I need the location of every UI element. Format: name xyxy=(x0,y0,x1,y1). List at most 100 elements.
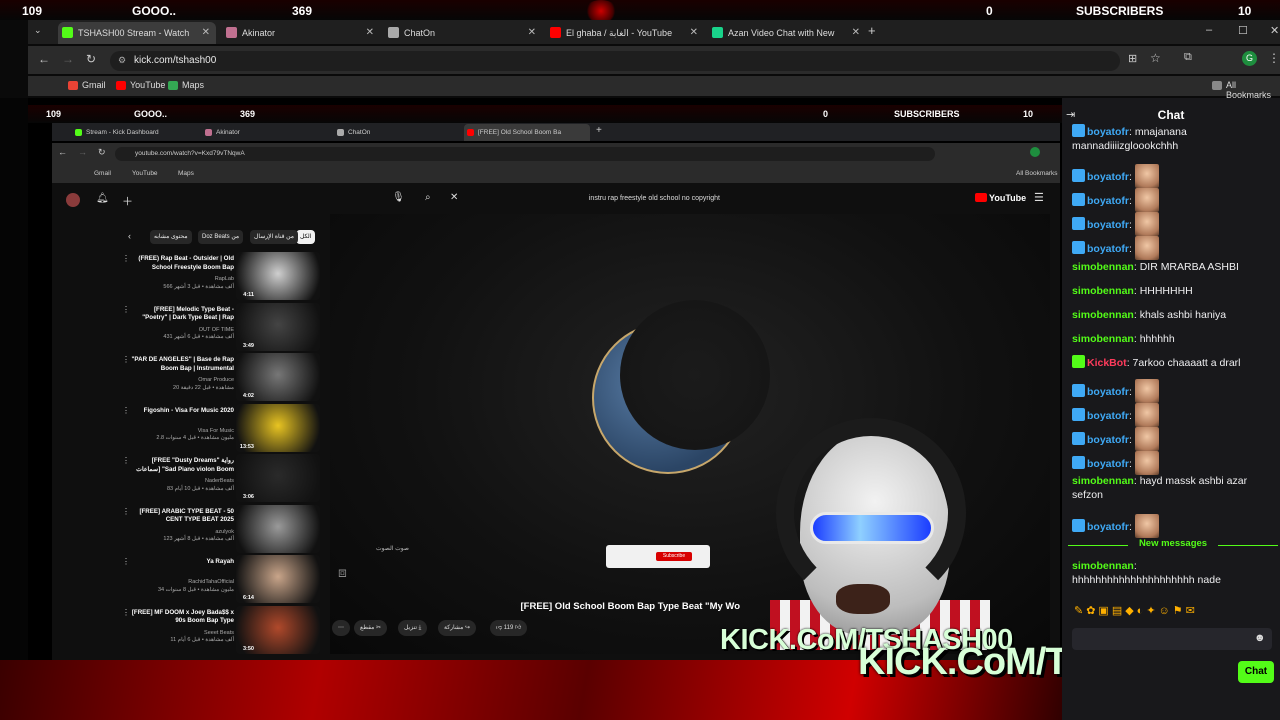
video-more-icon[interactable]: ⋮ xyxy=(122,456,130,465)
yt-avatar[interactable] xyxy=(66,193,80,207)
video-more-icon[interactable]: ⋮ xyxy=(122,507,130,516)
video-more-icon[interactable]: ⋮ xyxy=(122,557,130,566)
related-video-item[interactable]: [FREE "Dusty Dreams" رواية سماعات] "Sad … xyxy=(120,454,320,502)
subscribe-overlay[interactable]: Subscribe xyxy=(606,545,710,568)
translate-icon[interactable]: ⊞ xyxy=(1128,52,1137,65)
chip-3[interactable]: محتوى مشابه xyxy=(150,230,192,244)
related-video-item[interactable]: [FREE] Melodic Type Beat - "Poetry" | Da… xyxy=(120,302,320,351)
inner-back-icon[interactable]: ← xyxy=(58,147,67,157)
site-info-icon[interactable]: ⚙ xyxy=(118,55,126,66)
back-icon[interactable]: ← xyxy=(38,52,50,66)
clear-search-icon[interactable]: ✕ xyxy=(450,192,458,203)
bookmark-0[interactable]: Gmail xyxy=(68,80,106,90)
chat-username[interactable]: boyatofr xyxy=(1087,126,1129,138)
inner-new-tab-button[interactable]: + xyxy=(596,125,602,136)
chat-username[interactable]: simobennan xyxy=(1072,261,1134,273)
search-icon[interactable]: ⌕ xyxy=(425,192,431,203)
chat-username[interactable]: boyatofr xyxy=(1087,521,1129,533)
tab-close-icon[interactable]: ✕ xyxy=(366,22,374,44)
extensions-icon[interactable]: ⧉ xyxy=(1184,51,1192,64)
related-video-item[interactable]: Figoshin - Visa For Music 2020 Visa For M… xyxy=(120,403,320,452)
video-more-icon[interactable]: ⋮ xyxy=(122,254,130,263)
tab-close-icon[interactable]: ✕ xyxy=(852,22,860,44)
chat-username[interactable]: KickBot xyxy=(1087,357,1127,369)
related-video-item[interactable]: [FREE] MF DOOM x Joey Bada$$ x 90s Boom … xyxy=(120,605,320,654)
create-icon[interactable]: ＋ xyxy=(122,193,133,209)
chat-username[interactable]: boyatofr xyxy=(1087,410,1129,422)
window-close-icon[interactable]: ✕ xyxy=(1270,24,1279,37)
tab-close-icon[interactable]: ✕ xyxy=(690,22,698,44)
video-more-icon[interactable]: ⋮ xyxy=(122,608,130,617)
clip-button[interactable]: مقطع ✂ xyxy=(354,620,388,636)
chat-username[interactable]: boyatofr xyxy=(1087,195,1129,207)
chip-0[interactable]: الكل xyxy=(296,230,316,244)
tab-3[interactable]: El ghaba / الغابة - YouTube ✕ xyxy=(546,22,704,44)
forward-icon[interactable]: → xyxy=(62,52,74,66)
inner-bookmark-2[interactable]: Maps xyxy=(178,170,194,177)
reload-icon[interactable]: ↻ xyxy=(86,52,96,66)
yt-search-input[interactable]: instru rap freestyle old school no copyr… xyxy=(460,191,720,207)
tab-close-icon[interactable]: ✕ xyxy=(528,22,536,44)
related-video-item[interactable]: [FREE] ARABIC TYPE BEAT - 50 CENT TYPE B… xyxy=(120,504,320,553)
related-video-item[interactable]: "PAR DE ANGELES" | Base de Rap Boom Bap … xyxy=(120,353,320,401)
mic-icon[interactable]: 🎙︎ xyxy=(392,192,405,203)
emote-bar[interactable]: ✎✿▣▤◆◐✦☺⚑✉ xyxy=(1074,604,1198,617)
tab-close-icon[interactable]: ✕ xyxy=(202,22,210,44)
share-button[interactable]: مشاركة ↪ xyxy=(438,620,477,636)
inner-tab-0[interactable]: Stream - Kick Dashboard xyxy=(72,124,198,141)
chat-username[interactable]: boyatofr xyxy=(1087,458,1129,470)
video-thumbnail[interactable] xyxy=(236,504,320,553)
inner-reload-icon[interactable]: ↻ xyxy=(98,147,106,158)
address-bar[interactable]: ⚙ kick.com/tshash00 xyxy=(110,51,1120,71)
video-more-icon[interactable]: ⋮ xyxy=(122,406,130,415)
chat-username[interactable]: simobennan xyxy=(1072,333,1134,345)
bookmark-star-icon[interactable]: ☆ xyxy=(1150,51,1161,65)
like-button[interactable]: 👎︎ 119 👍︎ xyxy=(490,620,528,636)
chat-username[interactable]: simobennan xyxy=(1072,475,1134,487)
tab-search-icon[interactable]: ⌄ xyxy=(34,25,42,36)
inner-bookmark-0[interactable]: Gmail xyxy=(94,170,111,177)
related-video-item[interactable]: Ya Rayah RachidTahaOfficial 34 مليون مشاهد… xyxy=(120,555,320,603)
inner-bookmark-1[interactable]: YouTube xyxy=(132,170,158,177)
video-more-icon[interactable]: ⋮ xyxy=(122,355,130,364)
inner-forward-icon[interactable]: → xyxy=(78,147,87,157)
bookmark-1[interactable]: YouTube xyxy=(116,80,165,90)
related-video-item[interactable]: (FREE) Rap Beat - Outsider | Old School … xyxy=(120,252,320,300)
youtube-logo-text[interactable]: YouTube xyxy=(989,193,1026,203)
more-actions-icon[interactable]: ⋯ xyxy=(332,620,350,636)
inner-all-bookmarks[interactable]: All Bookmarks xyxy=(1016,170,1058,177)
new-messages-divider[interactable]: New messages xyxy=(1068,538,1278,552)
inner-profile-avatar[interactable] xyxy=(1030,147,1040,157)
chat-username[interactable]: boyatofr xyxy=(1087,434,1129,446)
all-bookmarks[interactable]: All Bookmarks xyxy=(1212,80,1280,100)
chip-1[interactable]: من قناة الإرسال xyxy=(250,230,298,244)
window-maximize-icon[interactable]: ☐ xyxy=(1238,24,1248,37)
chat-username[interactable]: boyatofr xyxy=(1087,386,1129,398)
chip-2[interactable]: Doz Beats من xyxy=(198,230,244,244)
chat-username[interactable]: boyatofr xyxy=(1087,219,1129,231)
menu-icon[interactable]: ⋮ xyxy=(1268,51,1280,65)
notifications-bell-icon[interactable]: 🔔︎ xyxy=(96,193,109,204)
inner-tab-1[interactable]: Akinator xyxy=(202,124,328,141)
yt-menu-icon[interactable]: ☰ xyxy=(1034,191,1044,204)
chat-send-button[interactable]: Chat xyxy=(1238,661,1274,683)
chips-prev-icon[interactable]: ‹ xyxy=(128,231,131,241)
chat-username[interactable]: simobennan xyxy=(1072,285,1134,297)
video-more-icon[interactable]: ⋮ xyxy=(122,305,130,314)
profile-avatar[interactable]: G xyxy=(1242,51,1257,66)
chat-username[interactable]: simobennan xyxy=(1072,309,1134,321)
window-minimize-icon[interactable]: – xyxy=(1206,24,1212,36)
chat-username[interactable]: boyatofr xyxy=(1087,171,1129,183)
tab-1[interactable]: Akinator ✕ xyxy=(222,22,380,44)
download-button[interactable]: تنزيل ⤓ xyxy=(398,620,428,636)
new-tab-button[interactable]: + xyxy=(868,23,876,38)
inner-tab-2[interactable]: ChatOn xyxy=(334,124,460,141)
emoji-icon[interactable]: ☻ xyxy=(1254,632,1266,644)
chat-input[interactable] xyxy=(1072,628,1272,650)
tab-0[interactable]: TSHASH00 Stream - Watch ✕ xyxy=(58,22,216,44)
youtube-logo-icon[interactable] xyxy=(975,193,987,202)
inner-tab-3[interactable]: [FREE] Old School Boom Ba xyxy=(464,124,590,141)
tab-4[interactable]: Azan Video Chat with New ✕ xyxy=(708,22,866,44)
bookmark-2[interactable]: Maps xyxy=(168,80,204,90)
chat-username[interactable]: boyatofr xyxy=(1087,243,1129,255)
